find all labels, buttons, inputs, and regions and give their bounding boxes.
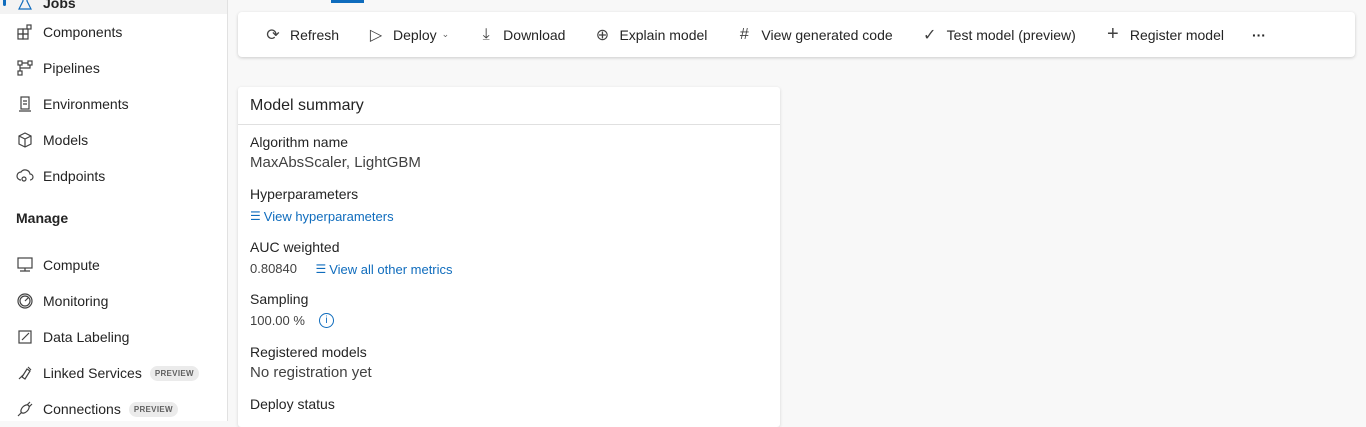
selected-indicator bbox=[3, 0, 6, 6]
sidebar-item-pipelines[interactable]: Pipelines bbox=[16, 59, 100, 77]
cube-icon bbox=[18, 132, 32, 148]
sidebar-item-label: Pipelines bbox=[43, 60, 100, 76]
sampling-label: Sampling bbox=[250, 291, 309, 307]
gauge-icon bbox=[17, 293, 33, 309]
zoom-in-icon: ⊕ bbox=[595, 26, 610, 44]
hyperparameters-label: Hyperparameters bbox=[250, 186, 359, 202]
pipelines-icon bbox=[17, 60, 33, 76]
more-icon: ··· bbox=[1251, 26, 1266, 43]
endpoints-icon bbox=[16, 169, 34, 182]
more-button[interactable]: ··· bbox=[1252, 27, 1266, 43]
sidebar-item-label: Compute bbox=[43, 257, 100, 273]
auc-value: 0.80840 bbox=[250, 261, 297, 276]
deploy-label: Deploy bbox=[393, 26, 437, 43]
sidebar-item-environments[interactable]: Environments bbox=[16, 95, 129, 113]
auc-label: AUC weighted bbox=[250, 239, 340, 255]
list-icon: ☰ bbox=[315, 262, 327, 276]
download-label: Download bbox=[503, 26, 566, 43]
refresh-button[interactable]: ⟳ Refresh bbox=[264, 25, 339, 45]
view-code-label: View generated code bbox=[761, 26, 893, 43]
view-generated-code-button[interactable]: # View generated code bbox=[735, 25, 893, 44]
registered-models-value: No registration yet bbox=[250, 364, 372, 381]
sidebar-item-jobs[interactable]: Jobs bbox=[0, 0, 227, 14]
explain-model-button[interactable]: ⊕ Explain model bbox=[593, 25, 708, 45]
sidebar-item-linked-services[interactable]: Linked Services PREVIEW bbox=[16, 364, 199, 382]
components-icon bbox=[17, 24, 32, 40]
model-summary-card: Model summary Algorithm name MaxAbsScaler… bbox=[238, 87, 780, 427]
register-label: Register model bbox=[1129, 26, 1224, 43]
card-title: Model summary bbox=[238, 87, 780, 125]
info-icon[interactable]: i bbox=[318, 313, 334, 329]
preview-badge: PREVIEW bbox=[149, 365, 199, 381]
edit-icon bbox=[18, 330, 32, 344]
explain-label: Explain model bbox=[619, 26, 708, 43]
sidebar-item-label: Monitoring bbox=[43, 293, 109, 309]
sidebar-item-label: Linked Services bbox=[43, 365, 142, 381]
sidebar-item-compute[interactable]: Compute bbox=[16, 256, 100, 274]
plug-icon bbox=[17, 401, 33, 417]
deploy-button[interactable]: ▷ Deploy ⌄ bbox=[367, 25, 449, 45]
monitor-icon bbox=[17, 257, 33, 272]
chevron-down-icon: ⌄ bbox=[441, 29, 450, 39]
download-button[interactable]: ⤓ Download bbox=[477, 25, 566, 44]
sidebar-item-label: Jobs bbox=[43, 0, 76, 11]
registered-models-label: Registered models bbox=[250, 344, 367, 360]
environments-icon bbox=[19, 96, 31, 112]
link-label: View hyperparameters bbox=[263, 208, 394, 224]
test-label: Test model (preview) bbox=[946, 26, 1076, 43]
sidebar-item-data-labeling[interactable]: Data Labeling bbox=[16, 328, 129, 346]
preview-badge: PREVIEW bbox=[128, 401, 178, 417]
download-icon: ⤓ bbox=[482, 25, 490, 43]
active-tab-indicator bbox=[331, 0, 364, 3]
sidebar-item-label: Connections bbox=[43, 401, 121, 417]
sidebar-item-connections[interactable]: Connections PREVIEW bbox=[16, 400, 178, 418]
sidebar-item-label: Data Labeling bbox=[43, 329, 130, 345]
register-model-button[interactable]: + Register model bbox=[1104, 23, 1224, 46]
sidebar-item-models[interactable]: Models bbox=[16, 131, 88, 149]
hash-icon: # bbox=[739, 25, 749, 43]
link-icon bbox=[18, 366, 32, 380]
sidebar-item-label: Components bbox=[43, 24, 123, 40]
manage-heading: Manage bbox=[16, 210, 69, 226]
toolbar: ⟳ Refresh ▷ Deploy ⌄ ⤓ Download ⊕ Explain mod… bbox=[238, 12, 1355, 57]
sidebar-item-label: Endpoints bbox=[43, 168, 106, 184]
algorithm-value: MaxAbsScaler, LightGBM bbox=[250, 154, 421, 171]
sidebar-item-label: Environments bbox=[43, 96, 129, 112]
view-all-metrics-link[interactable]: ☰ View all other metrics bbox=[315, 262, 452, 277]
view-hyperparameters-link[interactable]: ☰ View hyperparameters bbox=[250, 209, 394, 224]
sidebar-item-monitoring[interactable]: Monitoring bbox=[16, 292, 108, 310]
sampling-value: 100.00 % bbox=[250, 313, 305, 328]
refresh-label: Refresh bbox=[290, 26, 340, 43]
test-model-button[interactable]: ✓ Test model (preview) bbox=[921, 25, 1076, 45]
algorithm-label: Algorithm name bbox=[250, 134, 349, 150]
sidebar-item-label: Models bbox=[43, 132, 89, 148]
refresh-icon: ⟳ bbox=[266, 26, 280, 44]
plus-icon: + bbox=[1106, 23, 1119, 45]
flask-icon bbox=[18, 0, 32, 10]
play-icon: ▷ bbox=[369, 26, 383, 44]
sidebar: Jobs Components Pipelines Environments M… bbox=[0, 0, 228, 421]
deploy-status-label: Deploy status bbox=[250, 396, 335, 412]
link-label: View all other metrics bbox=[329, 261, 453, 277]
sidebar-item-components[interactable]: Components bbox=[16, 23, 122, 41]
checkmark-icon: ✓ bbox=[922, 26, 937, 44]
sidebar-item-endpoints[interactable]: Endpoints bbox=[16, 167, 105, 185]
list-icon: ☰ bbox=[250, 209, 261, 223]
